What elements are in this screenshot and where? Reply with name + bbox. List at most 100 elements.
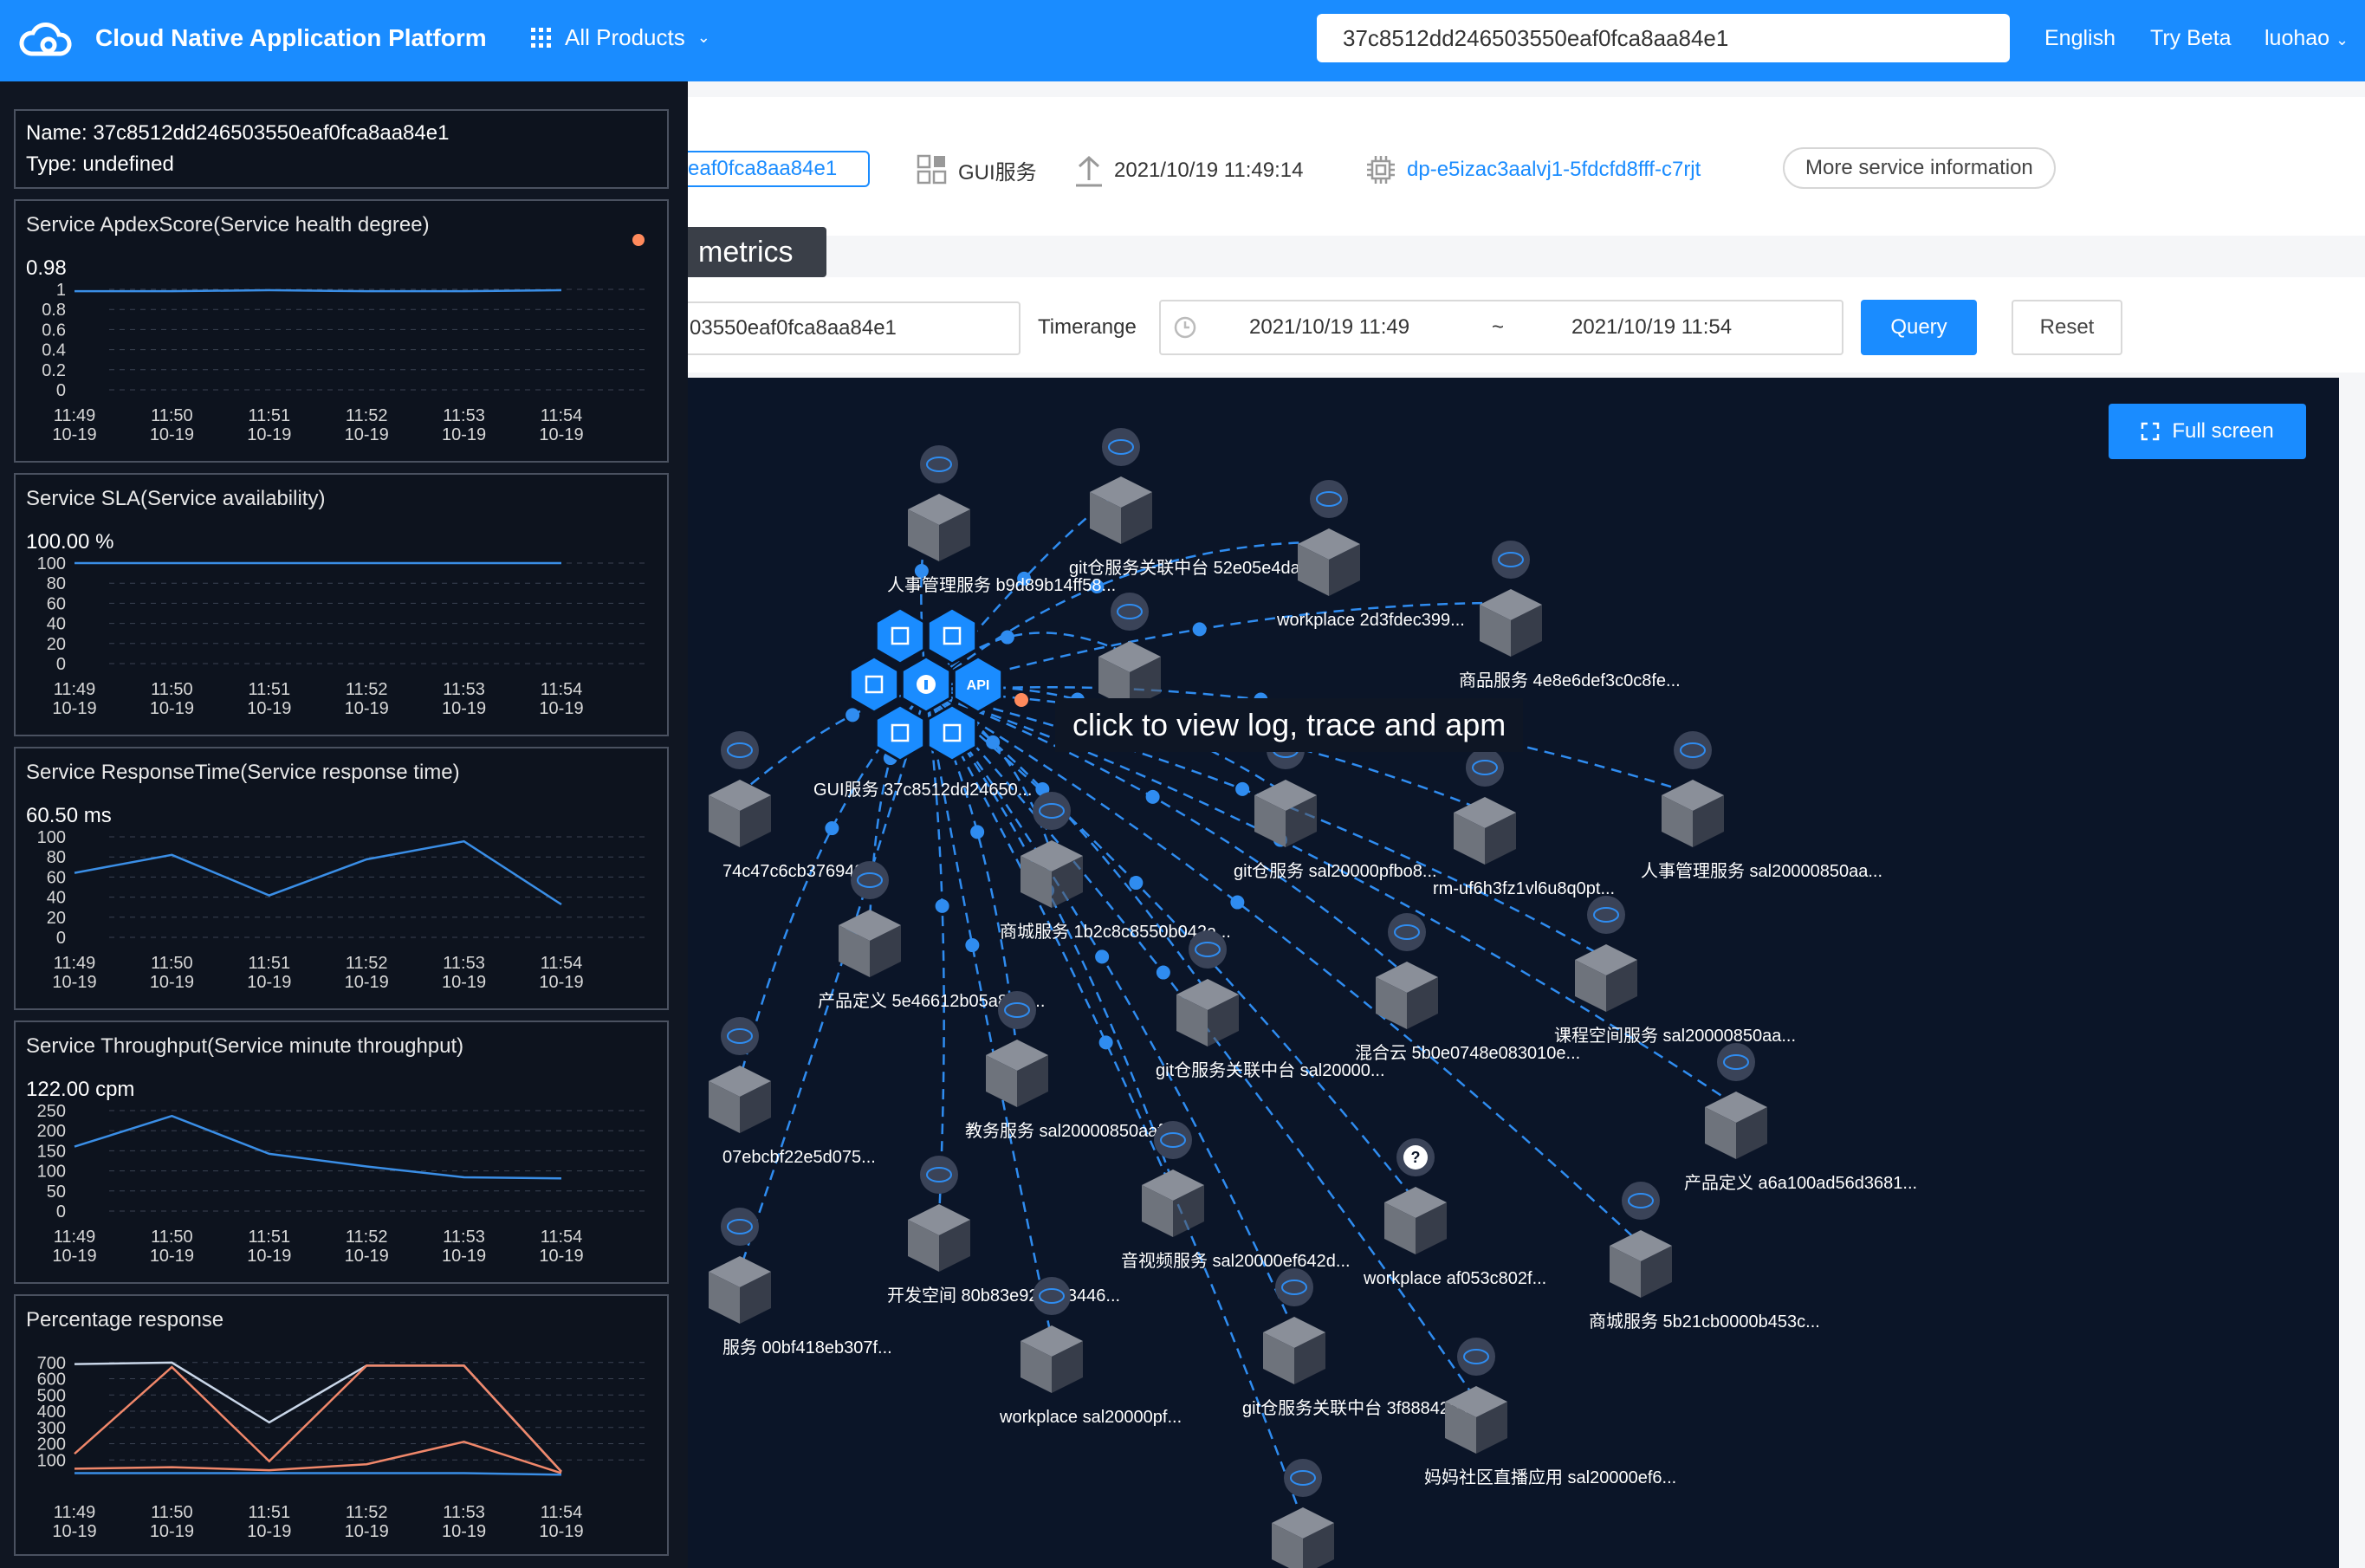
reset-button[interactable]: Reset: [2012, 300, 2122, 355]
search-input[interactable]: [1317, 14, 2010, 62]
eye-icon[interactable]: [926, 703, 978, 762]
x-tick-time: 11:52: [346, 954, 388, 973]
php-icon: [1622, 1182, 1660, 1220]
service-node[interactable]: 人事管理服务 sal20000850aa...: [1641, 731, 1882, 881]
service-type-icon: [917, 154, 947, 185]
php-icon: [920, 1156, 958, 1194]
badge-circle: [920, 445, 958, 483]
edge-dot: [1156, 965, 1170, 980]
all-products-menu[interactable]: All Products ⌄: [530, 24, 710, 51]
hex-shape: [848, 655, 900, 714]
x-tick-date: 10-19: [539, 1247, 583, 1266]
service-node[interactable]: 妈妈社区直播应用 sal20000ef6...: [1424, 1338, 1676, 1487]
language-switch[interactable]: English: [2044, 26, 2116, 51]
relation-icon[interactable]: [874, 606, 926, 665]
service-node[interactable]: 74c47c6cb376948...: [709, 731, 878, 881]
service-node[interactable]: ? workplace af053c802f...: [1363, 1138, 1546, 1288]
badge-circle: [1466, 748, 1504, 787]
service-node-label: 商品服务 4e8e6def3c0c8fe...: [1459, 671, 1681, 690]
y-tick-label: 40: [47, 889, 66, 908]
call-edge[interactable]: [925, 690, 1642, 1245]
x-tick-time: 11:54: [541, 954, 583, 973]
document-icon[interactable]: [926, 606, 978, 665]
php-icon: [998, 991, 1036, 1029]
edge-dot: [935, 898, 949, 913]
x-tick-time: 11:50: [151, 954, 193, 973]
service-node[interactable]: 混合云 5b0e0748e083010e...: [1355, 913, 1580, 1063]
center-service-node[interactable]: API: [848, 606, 1004, 762]
hex-shape: [926, 703, 978, 762]
upload-time-label: 2021/10/19 11:49:14: [1114, 159, 1304, 182]
y-tick-label: 0.4: [42, 341, 66, 360]
service-node[interactable]: 音视频服务 sal20000ef642d...: [1121, 1121, 1351, 1271]
badge-circle: [1622, 1182, 1660, 1220]
service-node[interactable]: git仓服务 sal20000pfbo8...: [1234, 731, 1437, 881]
x-tick-time: 11:49: [54, 1228, 96, 1247]
timerange-label: Timerange: [1038, 315, 1137, 339]
service-node[interactable]: 产品定义 a6a100ad56d3681...: [1684, 1043, 1917, 1193]
clock-icon: [1174, 316, 1196, 339]
call-edge[interactable]: [924, 690, 945, 1219]
metrics-side-panel: Name: 37c8512dd246503550eaf0fca8aa84e1 T…: [0, 81, 688, 1568]
service-node[interactable]: git仓服务关联中台 52e05e4da...: [1069, 428, 1314, 578]
y-tick-label: 1: [56, 281, 66, 300]
x-tick-date: 10-19: [345, 1247, 389, 1266]
x-tick-time: 11:50: [151, 1503, 193, 1522]
timerange-picker[interactable]: 2021/10/19 11:49 ~ 2021/10/19 11:54: [1159, 300, 1843, 355]
brand-title[interactable]: Cloud Native Application Platform: [95, 24, 487, 52]
service-node[interactable]: 课程空间服务 sal20000850aa...: [1554, 896, 1796, 1046]
service-node[interactable]: git仓服务关联中台 3f8884209...: [1242, 1268, 1483, 1418]
info-icon[interactable]: [900, 655, 952, 714]
upload-icon: [1076, 155, 1102, 187]
service-node[interactable]: 07ebcbf22e5d075...: [709, 1017, 876, 1167]
topology-canvas[interactable]: 人事管理服务 b9d89b14ff58... git仓服务关联中台 52e05e4…: [688, 378, 2339, 1568]
x-tick-time: 11:51: [249, 954, 291, 973]
service-id-tag[interactable]: eaf0fca8aa84e1: [679, 151, 870, 187]
timerange-end[interactable]: 2021/10/19 11:54: [1571, 315, 1732, 340]
user-menu[interactable]: luohao ⌄: [2265, 26, 2349, 51]
full-screen-button[interactable]: Full screen: [2109, 404, 2306, 459]
topology-icon[interactable]: [874, 703, 926, 762]
metric-chart: 70060050040030020010011:4910-1911:5010-1…: [37, 1354, 648, 1541]
topology-graph[interactable]: 人事管理服务 b9d89b14ff58...git仓服务关联中台 52e05e4…: [688, 378, 2339, 1568]
service-node[interactable]: [1272, 1459, 1334, 1568]
edge-dot: [1095, 949, 1110, 964]
edge-dot: [846, 708, 860, 722]
status-dot: [632, 234, 645, 246]
service-node[interactable]: git仓服务关联中台 sal20000...: [1156, 930, 1385, 1080]
go-icon: [1492, 541, 1530, 579]
timerange-start[interactable]: 2021/10/19 11:49: [1249, 315, 1409, 340]
php-icon: [721, 1017, 759, 1055]
service-node[interactable]: 教务服务 sal20000850aaf4...: [965, 991, 1187, 1141]
call-edge[interactable]: [738, 690, 928, 1271]
alarm-icon[interactable]: [848, 655, 900, 714]
x-tick-time: 11:51: [249, 680, 291, 699]
deployment: dp-e5izac3aalvj1-5fdcfd8fff-c7rjt: [1365, 154, 1701, 185]
service-node[interactable]: 商城服务 5b21cb0000b453c...: [1589, 1182, 1820, 1332]
php-icon: [1033, 792, 1071, 830]
service-node[interactable]: 开发空间 80b83e924943446...: [887, 1156, 1120, 1306]
badge-circle: [1111, 593, 1149, 631]
y-tick-label: 0: [56, 929, 66, 948]
x-tick-date: 10-19: [345, 1522, 389, 1541]
try-beta-link[interactable]: Try Beta: [2150, 26, 2232, 51]
x-tick-date: 10-19: [52, 425, 96, 444]
call-edge[interactable]: [924, 690, 1305, 1522]
deployment-link[interactable]: dp-e5izac3aalvj1-5fdcfd8fff-c7rjt: [1407, 158, 1701, 182]
x-tick-date: 10-19: [150, 1247, 194, 1266]
x-tick-date: 10-19: [345, 973, 389, 992]
y-tick-label: 100: [37, 554, 66, 573]
service-node[interactable]: 服务 00bf418eb307f...: [709, 1208, 892, 1357]
cloud-logo-icon[interactable]: [17, 19, 73, 61]
api-icon[interactable]: API: [952, 655, 1004, 714]
service-node[interactable]: rm-uf6h3fz1vl6u8q0pt...: [1433, 748, 1615, 898]
service-id-input[interactable]: 03550eaf0fca8aa84e1: [679, 301, 1021, 355]
series-line: [74, 1441, 562, 1474]
y-tick-label: 0.8: [42, 301, 66, 320]
service-node[interactable]: 商品服务 4e8e6def3c0c8fe...: [1459, 541, 1681, 690]
badge-circle: [1102, 428, 1140, 466]
edge-dot: [1000, 630, 1014, 645]
service-node-label: 妈妈社区直播应用 sal20000ef6...: [1424, 1468, 1676, 1487]
query-button[interactable]: Query: [1861, 300, 1977, 355]
more-service-information-button[interactable]: More service information: [1783, 147, 2056, 189]
